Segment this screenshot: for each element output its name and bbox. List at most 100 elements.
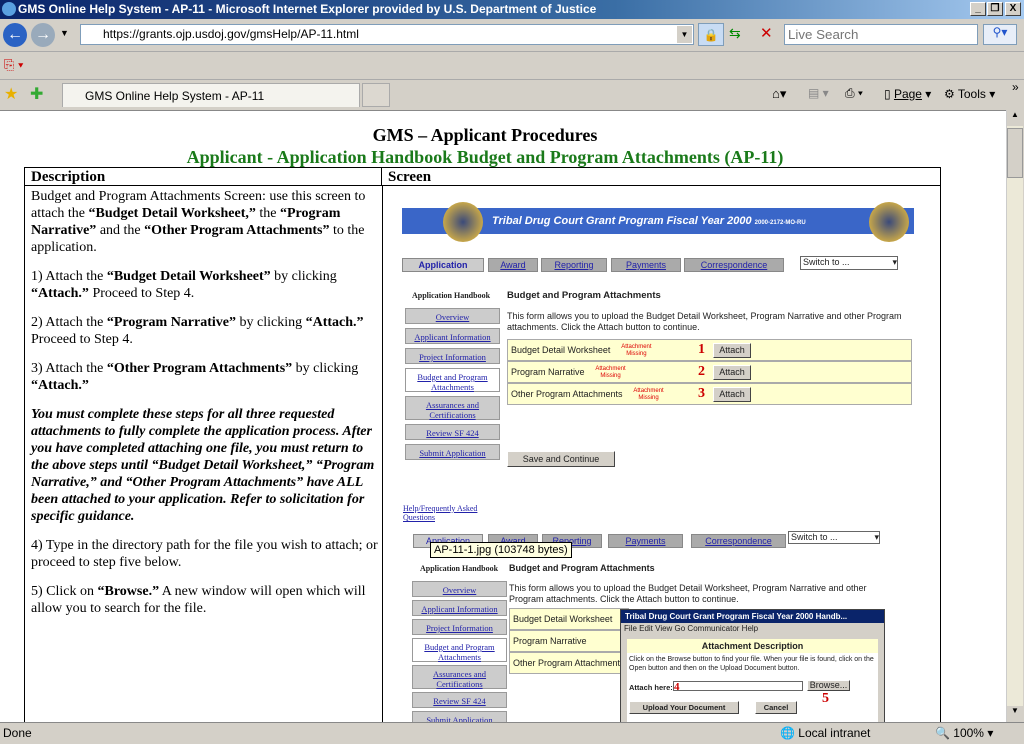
tools-menu[interactable]: ⚙ Tools ▾: [944, 87, 995, 101]
row-label: Program Narrative: [513, 636, 587, 646]
cancel-button: Cancel: [755, 701, 797, 714]
row-label: Budget Detail Worksheet: [511, 345, 611, 355]
favorites-star-icon[interactable]: ★: [4, 84, 18, 104]
attach-button: Attach: [713, 365, 751, 380]
page-label: Page: [893, 87, 922, 101]
popup-heading: Attachment Description: [627, 639, 878, 653]
browse-button: Browse...: [807, 680, 850, 691]
note: You must complete these steps for all th…: [31, 407, 375, 524]
status-text: Done: [3, 726, 32, 740]
screen-nav-item: Submit Application: [405, 444, 500, 460]
save-continue-button: Save and Continue: [507, 451, 615, 467]
screen-nav-item: Assurances and Certifications: [405, 396, 500, 420]
screen-nav-item: Overview: [405, 308, 500, 324]
attachment-popup: Tribal Drug Court Grant Program Fiscal Y…: [620, 609, 885, 722]
header-description: Description: [25, 168, 382, 186]
page-subtitle: Applicant - Application Handbook Budget …: [186, 147, 784, 167]
page-title: GMS – Applicant Procedures: [372, 125, 598, 145]
help-link: Help/Frequently Asked Questions: [403, 504, 478, 522]
upload-button: Upload Your Document: [629, 701, 739, 714]
step-5-marker: 5: [822, 691, 829, 706]
handbook-label-2: Application Handbook: [420, 564, 499, 573]
ojp-seal-icon: [869, 202, 909, 242]
screen-nav-item: Project Information: [405, 348, 500, 364]
attach-here-label: Attach here:: [629, 683, 673, 692]
close-button[interactable]: X: [1005, 2, 1021, 16]
tab-gms-help[interactable]: GMS Online Help System - AP-11: [62, 83, 360, 107]
screen-nav-item: Applicant Information: [405, 328, 500, 344]
screen-nav-item: Submit Application: [412, 711, 507, 722]
vertical-scrollbar[interactable]: ▲ ▼: [1006, 110, 1023, 722]
screen-attachment-row: Other Program Attachments: [509, 652, 629, 674]
ie-icon: [2, 2, 16, 16]
popup-menu: File Edit View Go Communicator Help: [624, 624, 759, 633]
screen-image-1: Tribal Drug Court Grant Program Fiscal Y…: [395, 196, 920, 526]
pdf-icon[interactable]: ⎘ ▾: [4, 57, 23, 73]
history-dropdown-icon[interactable]: ▼: [60, 28, 69, 38]
screen-attachment-row: Other Program Attachments Attachment Miss…: [507, 383, 912, 405]
attachment-missing-label: Attachment Missing: [633, 387, 664, 401]
home-icon[interactable]: ⌂▾: [772, 86, 786, 102]
step-marker: 2: [698, 364, 705, 379]
screen-intro: This form allows you to upload the Budge…: [507, 311, 902, 332]
zoom-control[interactable]: 🔍 100% ▾: [935, 723, 993, 743]
scroll-up-button[interactable]: ▲: [1007, 110, 1023, 126]
intro: Budget and Program Attachments Screen: u…: [31, 189, 366, 255]
row-label: Other Program Attachments: [513, 658, 625, 668]
image-tooltip: AP-11-1.jpg (103748 bytes): [430, 542, 572, 558]
scroll-thumb[interactable]: [1007, 128, 1023, 178]
row-label: Program Narrative: [511, 367, 585, 377]
row-label: Budget Detail Worksheet: [513, 614, 613, 624]
search-button[interactable]: ⚲▾: [983, 24, 1017, 45]
search-input[interactable]: [784, 24, 978, 45]
page-menu[interactable]: ▯ Page ▾: [884, 87, 931, 101]
more-chevron[interactable]: »: [1012, 80, 1019, 94]
attachment-missing-label: Attachment Missing: [595, 365, 626, 379]
step-3: 3) Attach the “Other Program Attachments…: [31, 361, 359, 393]
page-content: GMS – Applicant Procedures Applicant - A…: [0, 110, 1006, 722]
address-dropdown-icon[interactable]: ▼: [677, 26, 692, 43]
doj-seal-icon: [443, 202, 483, 242]
back-button[interactable]: ←: [3, 23, 27, 47]
screen2-tab-payments: Payments: [608, 534, 683, 548]
attach-button: Attach: [713, 387, 751, 402]
screen-tab-application: Application: [402, 258, 484, 272]
window-title: GMS Online Help System - AP-11 - Microso…: [18, 2, 597, 16]
screen-tab-award: Award: [488, 258, 538, 272]
banner-title: Tribal Drug Court Grant Program Fiscal Y…: [492, 215, 752, 227]
step-5: 5) Click on “Browse.” A new window will …: [31, 584, 366, 616]
maximize-button[interactable]: ❐: [987, 2, 1003, 16]
screen-attachment-row: Program Narrative: [509, 630, 629, 652]
screen2-heading: Budget and Program Attachments: [509, 563, 655, 573]
feeds-icon[interactable]: ▤ ▾: [808, 86, 829, 100]
stop-icon[interactable]: ✕: [760, 24, 773, 42]
step-marker: 1: [698, 342, 705, 357]
refresh-icon[interactable]: ⇆: [729, 25, 741, 42]
screen-attachment-row: Program Narrative Attachment Missing 2 Atta…: [507, 361, 912, 383]
attach-button: Attach: [713, 343, 751, 358]
scroll-down-button[interactable]: ▼: [1007, 706, 1023, 722]
minimize-button[interactable]: _: [970, 2, 986, 16]
screen2-intro: This form allows you to upload the Budge…: [509, 583, 867, 604]
screen-tab-correspondence: Correspondence: [684, 258, 784, 272]
screen2-tab-correspondence: Correspondence: [691, 534, 786, 548]
step-marker: 3: [698, 386, 705, 401]
header-screen: Screen: [382, 168, 940, 186]
new-tab-button[interactable]: [362, 83, 390, 107]
lock-icon[interactable]: 🔒: [698, 23, 724, 46]
switch-to-select: Switch to ... ▾: [800, 256, 898, 270]
forward-button[interactable]: →: [31, 23, 55, 47]
add-favorites-icon[interactable]: ✚: [30, 84, 43, 104]
step-4: 4) Type in the directory path for the fi…: [31, 538, 378, 570]
screen-nav-item: Applicant Information: [412, 600, 507, 616]
address-bar[interactable]: https://grants.ojp.usdoj.gov/gmsHelp/AP-…: [80, 24, 694, 45]
screen-nav-item: Overview: [412, 581, 507, 597]
row-label: Other Program Attachments: [511, 389, 623, 399]
screen-nav-item: Budget and Program Attachments: [405, 368, 500, 392]
screen-nav-item: Project Information: [412, 619, 507, 635]
tools-label: Tools: [957, 87, 986, 101]
popup-title: Tribal Drug Court Grant Program Fiscal Y…: [621, 610, 884, 623]
print-icon[interactable]: ⎙ ▾: [845, 86, 863, 101]
status-bar: Done 🌐 Local intranet 🔍 100% ▾: [0, 722, 1024, 744]
zone-indicator: 🌐 Local intranet: [780, 726, 871, 740]
